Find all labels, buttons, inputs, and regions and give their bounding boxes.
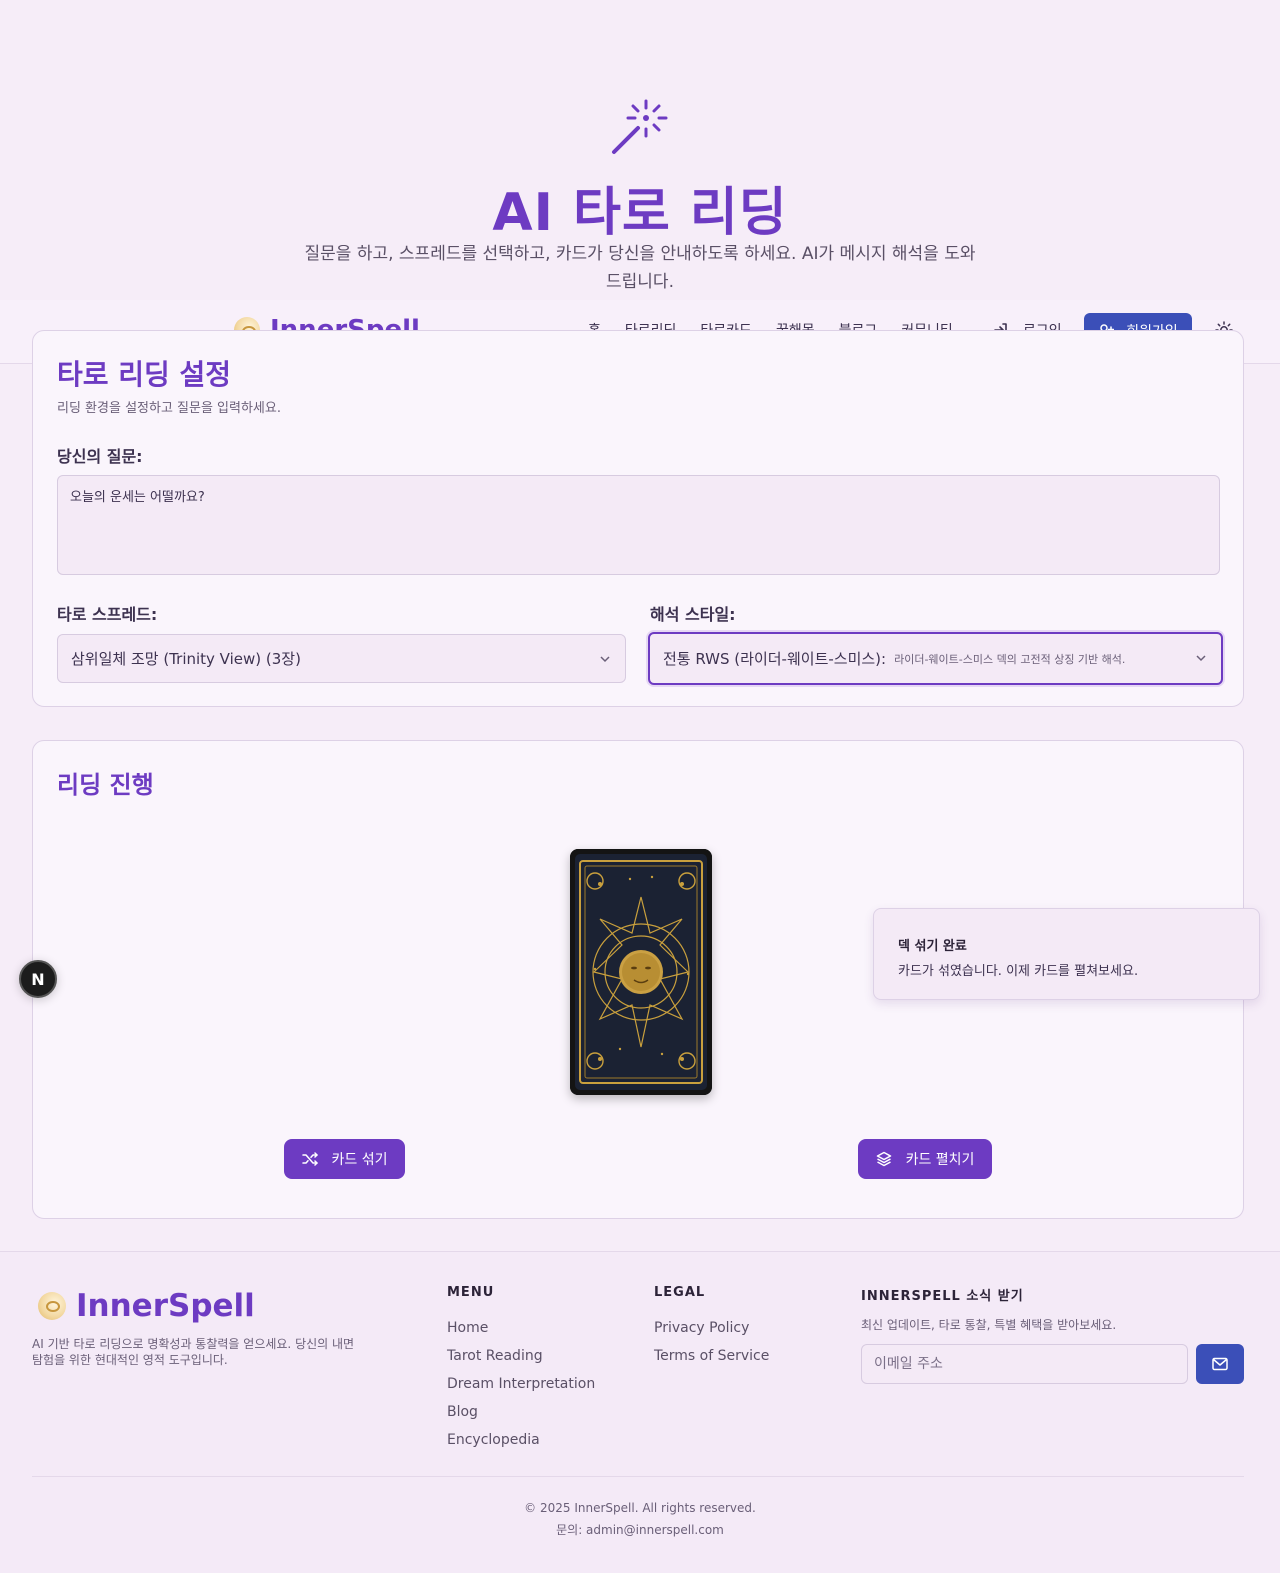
layers-icon: [876, 1151, 891, 1167]
style-select-description: 라이더-웨이트-스미스 덱의 고전적 상징 기반 해석.: [894, 652, 1126, 666]
spread-select[interactable]: 삼위일체 조망 (Trinity View) (3장): [57, 634, 626, 683]
footer-link-dream[interactable]: Dream Interpretation: [447, 1370, 595, 1398]
footer-link-blog[interactable]: Blog: [447, 1398, 595, 1426]
style-label: 해석 스타일:: [650, 605, 736, 624]
footer-brand-name: InnerSpell: [76, 1288, 255, 1324]
footer-brand[interactable]: InnerSpell: [38, 1288, 255, 1324]
copyright: © 2025 InnerSpell. All rights reserved.: [524, 1501, 756, 1515]
footer-link-privacy[interactable]: Privacy Policy: [654, 1314, 769, 1342]
shuffle-icon: [301, 1152, 318, 1166]
shuffle-label: 카드 섞기: [331, 1152, 388, 1168]
footer-menu-heading: MENU: [447, 1285, 495, 1300]
newsletter-email-input[interactable]: [861, 1344, 1188, 1384]
newsletter-submit-button[interactable]: [1196, 1344, 1244, 1384]
question-input[interactable]: 오늘의 운세는 어떨까요?: [57, 475, 1220, 575]
chevron-down-icon: [600, 656, 610, 663]
spread-cards-button[interactable]: 카드 펼치기: [858, 1139, 992, 1179]
reading-title: 리딩 진행: [57, 771, 154, 799]
footer-link-tarot-reading[interactable]: Tarot Reading: [447, 1342, 595, 1370]
mail-icon: [1212, 1357, 1228, 1371]
footer-divider: [32, 1476, 1244, 1477]
footer-newsletter: INNERSPELL 소식 받기 최신 업데이트, 타로 통찰, 특별 혜택을 …: [861, 1285, 1116, 1333]
style-select[interactable]: 전통 RWS (라이더-웨이트-스미스): 라이더-웨이트-스미스 덱의 고전적…: [648, 632, 1223, 685]
page-title: AI 타로 리딩: [492, 183, 788, 243]
settings-title: 타로 리딩 설정: [57, 358, 232, 391]
contact-email: 문의: admin@innerspell.com: [556, 1523, 724, 1537]
style-select-value: 전통 RWS (라이더-웨이트-스미스):: [663, 650, 887, 668]
toast-message: 카드가 섞였습니다. 이제 카드를 펼쳐보세요.: [898, 964, 1139, 979]
newsletter-heading: INNERSPELL 소식 받기: [861, 1289, 1024, 1304]
next-dev-badge[interactable]: N: [19, 960, 57, 998]
question-label: 당신의 질문:: [57, 447, 143, 466]
spread-select-value: 삼위일체 조망 (Trinity View) (3장): [71, 650, 301, 668]
toast-title: 덱 섞기 완료: [898, 939, 967, 954]
footer-link-terms[interactable]: Terms of Service: [654, 1342, 769, 1370]
footer-link-encyclopedia[interactable]: Encyclopedia: [447, 1426, 595, 1454]
spread-cards-label: 카드 펼치기: [905, 1152, 975, 1168]
page-subtitle: 질문을 하고, 스프레드를 선택하고, 카드가 당신을 안내하도록 하세요. A…: [304, 244, 976, 292]
settings-description: 리딩 환경을 설정하고 질문을 입력하세요.: [57, 401, 281, 416]
shuffle-button[interactable]: 카드 섞기: [284, 1139, 405, 1179]
footer-link-home[interactable]: Home: [447, 1314, 595, 1342]
footer-description: AI 기반 타로 리딩으로 명확성과 통찰력을 얻으세요. 당신의 내면 탐험을…: [32, 1337, 355, 1367]
newsletter-description: 최신 업데이트, 타로 통찰, 특별 혜택을 받아보세요.: [861, 1318, 1117, 1332]
toast-notification[interactable]: 덱 섞기 완료 카드가 섞였습니다. 이제 카드를 펼쳐보세요.: [873, 908, 1260, 1000]
spread-label: 타로 스프레드:: [57, 605, 158, 624]
tarot-card-back[interactable]: [570, 849, 712, 1095]
hero-section: AI 타로 리딩 질문을 하고, 스프레드를 선택하고, 카드가 당신을 안내하…: [0, 0, 1280, 300]
site-footer: InnerSpell AI 기반 타로 리딩으로 명확성과 통찰력을 얻으세요.…: [0, 1251, 1280, 1573]
magic-wand-icon: [612, 99, 668, 154]
chevron-down-icon: [1196, 655, 1206, 662]
footer-menu: MENU Home Tarot Reading Dream Interpreta…: [447, 1285, 595, 1454]
footer-legal: LEGAL Privacy Policy Terms of Service: [654, 1285, 769, 1370]
footer-legal-heading: LEGAL: [654, 1285, 706, 1300]
eye-logo-icon: [38, 1292, 66, 1320]
reading-settings-card: 타로 리딩 설정 리딩 환경을 설정하고 질문을 입력하세요. 당신의 질문: …: [32, 330, 1244, 707]
